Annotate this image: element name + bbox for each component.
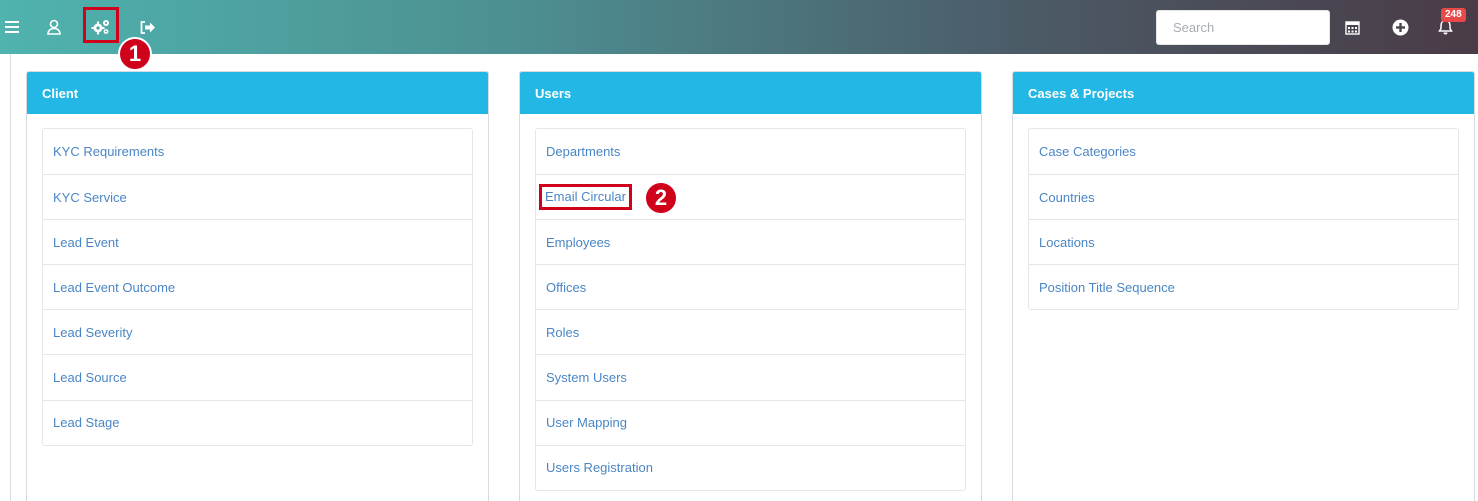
step-1-badge: 1 bbox=[118, 37, 152, 71]
list-item[interactable]: System Users bbox=[536, 354, 965, 399]
employees-link[interactable]: Employees bbox=[546, 235, 610, 250]
roles-link[interactable]: Roles bbox=[546, 325, 579, 340]
list-item[interactable]: Lead Severity bbox=[43, 309, 472, 354]
list-item[interactable]: Countries bbox=[1029, 174, 1458, 219]
list-item[interactable]: User Mapping bbox=[536, 399, 965, 445]
menu-icon[interactable] bbox=[0, 12, 27, 42]
lead-event-link[interactable]: Lead Event bbox=[53, 235, 119, 250]
list-item[interactable]: Lead Event Outcome bbox=[43, 264, 472, 309]
position-title-sequence-link[interactable]: Position Title Sequence bbox=[1039, 280, 1175, 295]
list-item[interactable]: Lead Event bbox=[43, 219, 472, 264]
list-item[interactable]: Offices bbox=[536, 264, 965, 309]
lead-source-link[interactable]: Lead Source bbox=[53, 370, 127, 385]
list-item[interactable]: KYC Service bbox=[43, 174, 472, 219]
highlight-box-settings bbox=[83, 7, 119, 43]
search-input[interactable] bbox=[1156, 10, 1330, 45]
system-users-link[interactable]: System Users bbox=[546, 370, 627, 385]
list-item[interactable]: Position Title Sequence bbox=[1029, 264, 1458, 309]
lead-severity-link[interactable]: Lead Severity bbox=[53, 325, 133, 340]
cases-projects-list: Case Categories Countries Locations Posi… bbox=[1028, 128, 1459, 311]
list-item[interactable]: Email Circular 2 bbox=[536, 174, 965, 219]
users-list: Departments Email Circular 2 Employees O… bbox=[535, 128, 966, 491]
top-navbar: 248 bbox=[0, 0, 1478, 54]
lead-stage-link[interactable]: Lead Stage bbox=[53, 415, 120, 430]
list-item[interactable]: Users Registration bbox=[536, 444, 965, 490]
plus-circle-icon[interactable] bbox=[1385, 12, 1415, 42]
list-item[interactable]: Locations bbox=[1029, 219, 1458, 264]
step-2-badge: 2 bbox=[644, 181, 678, 216]
list-item[interactable]: Lead Source bbox=[43, 354, 472, 399]
offices-link[interactable]: Offices bbox=[546, 280, 586, 295]
list-item[interactable]: Lead Stage bbox=[43, 399, 472, 445]
list-item[interactable]: Roles bbox=[536, 309, 965, 354]
users-panel-header: Users bbox=[520, 72, 981, 114]
user-icon[interactable] bbox=[39, 12, 69, 42]
highlight-box-email-circular: Email Circular bbox=[539, 184, 632, 211]
departments-link[interactable]: Departments bbox=[546, 144, 620, 159]
case-categories-link[interactable]: Case Categories bbox=[1039, 144, 1136, 159]
users-panel: Users Departments Email Circular 2 Emplo… bbox=[519, 71, 982, 501]
kyc-requirements-link[interactable]: KYC Requirements bbox=[53, 144, 164, 159]
left-rail-divider bbox=[10, 54, 11, 501]
cases-projects-panel: Cases & Projects Case Categories Countri… bbox=[1012, 71, 1475, 501]
client-list: KYC Requirements KYC Service Lead Event … bbox=[42, 128, 473, 446]
client-panel: Client KYC Requirements KYC Service Lead… bbox=[26, 71, 489, 501]
countries-link[interactable]: Countries bbox=[1039, 190, 1095, 205]
list-item[interactable]: Case Categories bbox=[1029, 129, 1458, 174]
calendar-icon[interactable] bbox=[1337, 12, 1367, 42]
client-panel-header: Client bbox=[27, 72, 488, 114]
locations-link[interactable]: Locations bbox=[1039, 235, 1095, 250]
list-item[interactable]: Employees bbox=[536, 219, 965, 264]
list-item[interactable]: Departments bbox=[536, 129, 965, 174]
kyc-service-link[interactable]: KYC Service bbox=[53, 190, 127, 205]
user-mapping-link[interactable]: User Mapping bbox=[546, 415, 627, 430]
list-item[interactable]: KYC Requirements bbox=[43, 129, 472, 174]
users-registration-link[interactable]: Users Registration bbox=[546, 460, 653, 475]
cases-projects-panel-header: Cases & Projects bbox=[1013, 72, 1474, 114]
notification-count-badge: 248 bbox=[1441, 8, 1466, 22]
lead-event-outcome-link[interactable]: Lead Event Outcome bbox=[53, 280, 175, 295]
email-circular-link[interactable]: Email Circular bbox=[545, 189, 626, 204]
